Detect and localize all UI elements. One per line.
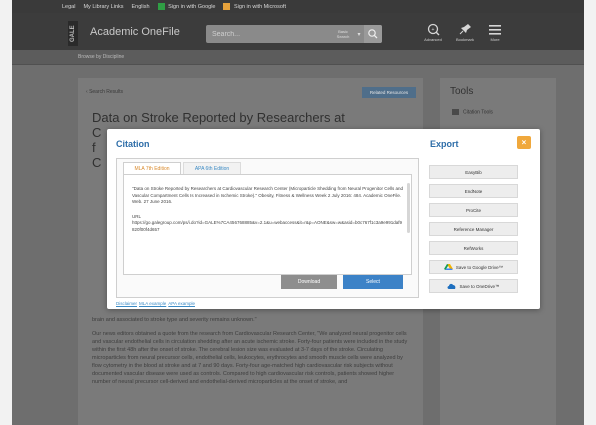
close-icon: × [521, 138, 527, 147]
tools-heading: Tools [450, 86, 474, 97]
citation-reference: "Data on Stroke Reported by Researchers … [132, 186, 403, 204]
disclaimer-link[interactable]: Disclaimer [116, 301, 137, 306]
more-button[interactable]: More [482, 23, 508, 42]
citation-text: "Data on Stroke Reported by Researchers … [132, 186, 404, 233]
app-header: GALE Academic OneFile Basic Search ▾ + A… [12, 13, 584, 50]
svg-text:+: + [432, 27, 435, 33]
related-resources-button[interactable]: Related Resources [362, 87, 416, 98]
chevron-down-icon[interactable]: ▾ [354, 31, 364, 38]
export-refworks-button[interactable]: RefWorks [429, 241, 518, 255]
citation-box: MLA 7th Edition APA 6th Edition "Data on… [116, 158, 419, 298]
body-paragraph: Our news editors obtained a quote from t… [92, 331, 408, 385]
google-icon [157, 3, 165, 10]
microsoft-icon [223, 3, 231, 10]
url-value: https://go.galegroup.com/ps/i.do?id=GALE… [132, 220, 403, 232]
google-sign-in-label: Sign in with Google [168, 3, 216, 10]
screen-frame: Legal My Library Links English Sign in w… [12, 0, 584, 425]
browse-by-discipline-link[interactable]: Browse by Discipline [78, 54, 124, 60]
scrollbar[interactable] [407, 183, 410, 233]
download-button[interactable]: Download [281, 275, 337, 289]
bookmark-label: Bookmark [455, 37, 474, 42]
export-heading: Export [430, 139, 459, 149]
export-reference-manager-button[interactable]: Reference Manager [429, 222, 518, 236]
body-paragraph: brain and associated to stroke type and … [92, 317, 257, 323]
search-scope-label[interactable]: Basic Search [332, 29, 354, 39]
breadcrumb: Browse by Discipline [12, 50, 584, 65]
search-advanced-icon: + [427, 23, 440, 36]
citation-tools-link[interactable]: Citation Tools [452, 109, 493, 115]
legal-link[interactable]: Legal [62, 4, 75, 10]
gale-logo[interactable]: GALE [68, 21, 78, 46]
search-input[interactable] [206, 25, 332, 43]
pin-icon [459, 24, 471, 35]
citation-url-block: URL https://go.galegroup.com/ps/i.do?id=… [132, 214, 404, 234]
microsoft-sign-in-link[interactable]: Sign in with Microsoft [223, 3, 286, 10]
search-button[interactable] [364, 25, 382, 43]
citation-icon [452, 109, 459, 115]
more-label: More [490, 37, 500, 42]
back-to-search-results-link[interactable]: ‹ Search Results [86, 89, 123, 95]
google-drive-label: Save to Google Drive™ [455, 264, 504, 270]
microsoft-sign-in-label: Sign in with Microsoft [234, 3, 286, 10]
language-link[interactable]: English [132, 4, 150, 10]
close-button[interactable]: × [517, 136, 531, 149]
google-sign-in-link[interactable]: Sign in with Google [157, 3, 216, 10]
export-endnote-button[interactable]: EndNote [429, 184, 518, 198]
document-body: brain and associated to stroke type and … [92, 316, 414, 392]
citation-modal: Citation Export × MLA 7th Edition APA 6t… [107, 129, 540, 309]
advanced-search-button[interactable]: + Advanced [420, 23, 446, 42]
save-to-google-drive-button[interactable]: Save to Google Drive™ [429, 260, 518, 274]
mla-example-link[interactable]: MLA example [139, 301, 166, 306]
apa-example-link[interactable]: APA example [168, 301, 195, 306]
my-library-links-link[interactable]: My Library Links [83, 4, 123, 10]
search-icon [368, 29, 378, 39]
export-procite-button[interactable]: ProCite [429, 203, 518, 217]
onedrive-label: Save to OneDrive™ [459, 283, 500, 289]
document-title-line: Data on Stroke Reported by Researchers a… [92, 110, 345, 125]
utility-bar: Legal My Library Links English Sign in w… [12, 0, 584, 13]
citation-text-area[interactable]: "Data on Stroke Reported by Researchers … [123, 174, 412, 275]
google-drive-icon [443, 264, 453, 270]
menu-icon [489, 25, 501, 35]
onedrive-icon [447, 283, 456, 289]
export-easybib-button[interactable]: EasyBib [429, 165, 518, 179]
disclaimer-links: Disclaimer MLA example APA example [116, 301, 195, 306]
back-link-label: Search Results [89, 89, 123, 95]
select-button[interactable]: Select [343, 275, 403, 289]
advanced-label: Advanced [424, 37, 442, 42]
citation-heading: Citation [116, 139, 150, 149]
search-box: Basic Search ▾ [206, 25, 382, 43]
bookmark-button[interactable]: Bookmark [452, 23, 478, 42]
product-name[interactable]: Academic OneFile [90, 26, 180, 38]
save-to-onedrive-button[interactable]: Save to OneDrive™ [429, 279, 518, 293]
citation-tools-label: Citation Tools [463, 109, 493, 116]
